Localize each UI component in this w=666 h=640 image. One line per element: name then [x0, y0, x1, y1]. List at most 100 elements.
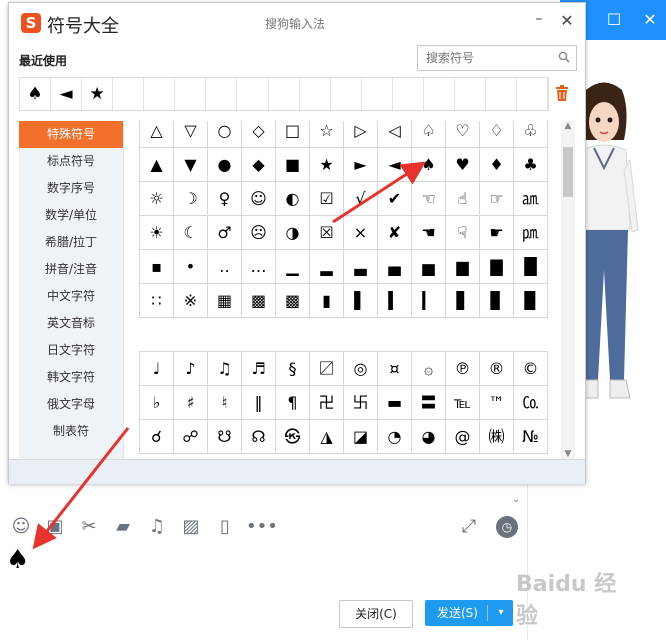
symbol-cell[interactable]: ◐ — [276, 182, 310, 216]
symbol-cell[interactable]: @ — [446, 420, 480, 454]
symbol-cell[interactable]: ◮ — [310, 420, 344, 454]
category-item[interactable]: 英文音标 — [19, 310, 123, 337]
symbol-cell[interactable]: ▄ — [378, 250, 412, 284]
symbol-cell[interactable]: ▬ — [378, 386, 412, 420]
folder-icon[interactable]: ▰ — [110, 514, 136, 540]
symbol-cell[interactable]: ☀ — [140, 216, 174, 250]
symbol-cell[interactable]: ★ — [310, 148, 344, 182]
symbol-cell[interactable]: ㈱ — [480, 420, 514, 454]
symbol-cell[interactable]: ∷ — [140, 284, 174, 318]
symbol-cell[interactable]: ▃ — [344, 250, 378, 284]
symbol-cell[interactable]: ♮ — [208, 386, 242, 420]
symbol-cell[interactable]: ☺ — [242, 182, 276, 216]
symbol-cell[interactable]: ▽ — [174, 121, 208, 148]
window-close-button[interactable]: ✕ — [640, 10, 660, 30]
close-button[interactable]: 关闭(C) — [339, 600, 413, 628]
symbol-cell[interactable]: █ — [514, 250, 548, 284]
category-item[interactable]: 数字序号 — [19, 175, 123, 202]
panel-close-button[interactable]: ✕ — [557, 11, 577, 31]
symbol-cell[interactable]: ▆ — [446, 250, 480, 284]
symbol-cell[interactable]: ◕ — [412, 420, 446, 454]
symbol-cell[interactable]: ♯ — [174, 386, 208, 420]
symbol-cell[interactable]: ♣ — [514, 148, 548, 182]
symbol-cell[interactable]: √ — [344, 182, 378, 216]
symbol-cell[interactable]: 卐 — [344, 386, 378, 420]
symbol-cell[interactable]: ♭ — [140, 386, 174, 420]
symbol-cell[interactable]: ♧ — [514, 121, 548, 148]
symbol-cell[interactable]: ♪ — [174, 352, 208, 386]
symbol-cell[interactable]: ► — [344, 148, 378, 182]
symbol-cell[interactable]: ◎ — [344, 352, 378, 386]
category-item[interactable]: 中文字符 — [19, 283, 123, 310]
symbol-cell[interactable]: ㏂ — [514, 182, 548, 216]
shake-icon[interactable]: ▯ — [212, 514, 238, 540]
symbol-cell[interactable]: ☑ — [310, 182, 344, 216]
screenshot-icon[interactable]: ▣ — [42, 514, 68, 540]
symbol-cell[interactable]: ▂ — [310, 250, 344, 284]
symbol-cell[interactable]: ☚ — [412, 216, 446, 250]
symbol-cell[interactable]: ▪ — [140, 250, 174, 284]
symbol-cell[interactable]: 〓 — [412, 386, 446, 420]
scroll-thumb[interactable] — [563, 147, 573, 197]
symbol-cell[interactable]: ▷ — [344, 121, 378, 148]
symbol-cell[interactable]: ☍ — [174, 420, 208, 454]
recent-symbol-cell[interactable] — [331, 78, 362, 110]
category-item[interactable]: 制表符 — [19, 418, 123, 445]
search-input[interactable] — [424, 49, 548, 67]
symbol-cell[interactable]: ☽ — [174, 182, 208, 216]
recent-symbol-cell[interactable] — [113, 78, 145, 110]
category-item[interactable]: 拼音/注音 — [19, 256, 123, 283]
symbol-cell[interactable]: ♢ — [480, 121, 514, 148]
symbol-cell[interactable]: ® — [480, 352, 514, 386]
symbol-cell[interactable]: ▌ — [344, 284, 378, 318]
symbol-cell[interactable]: ■ — [276, 148, 310, 182]
search-box[interactable] — [417, 45, 577, 71]
symbol-cell[interactable]: ♂ — [208, 216, 242, 250]
expand-icon[interactable]: ⤢ — [458, 516, 480, 538]
symbol-cell[interactable]: ▼ — [174, 148, 208, 182]
recent-symbol-cell[interactable]: ★ — [82, 78, 114, 110]
recent-symbol-cell[interactable] — [393, 78, 424, 110]
send-button[interactable]: 发送(S) ▾ — [425, 600, 513, 626]
symbol-cell[interactable]: × — [344, 216, 378, 250]
recent-symbol-cell[interactable] — [269, 78, 300, 110]
recent-symbol-cell[interactable] — [362, 78, 393, 110]
symbol-cell[interactable]: 〼 — [310, 352, 344, 386]
symbol-cell[interactable]: □ — [276, 121, 310, 148]
trash-icon[interactable] — [555, 85, 569, 101]
symbol-cell[interactable]: ✔ — [378, 182, 412, 216]
symbol-cell[interactable]: § — [276, 352, 310, 386]
symbol-cell[interactable]: ▩ — [276, 284, 310, 318]
symbol-cell[interactable]: ◄ — [378, 148, 412, 182]
symbol-cell[interactable]: ☊ — [242, 420, 276, 454]
symbol-cell[interactable]: ▅ — [412, 250, 446, 284]
symbol-cell[interactable]: ☌ — [140, 420, 174, 454]
symbol-cell[interactable]: ▊ — [480, 284, 514, 318]
symbol-cell[interactable]: ☋ — [208, 420, 242, 454]
scissors-icon[interactable]: ✂ — [76, 514, 102, 540]
symbol-cell[interactable]: ☾ — [174, 216, 208, 250]
symbol-cell[interactable]: ♤ — [412, 121, 446, 148]
recent-symbol-cell[interactable] — [517, 78, 549, 110]
scrollbar[interactable]: ▲ ▼ — [561, 121, 575, 461]
symbol-cell[interactable]: ☜ — [412, 182, 446, 216]
message-input[interactable]: ♠ — [6, 545, 36, 575]
symbol-cell[interactable]: ¤ — [378, 352, 412, 386]
symbol-cell[interactable]: ℗ — [446, 352, 480, 386]
symbol-cell[interactable]: △ — [140, 121, 174, 148]
symbol-cell[interactable]: ☛ — [480, 216, 514, 250]
symbol-cell[interactable]: ™ — [480, 386, 514, 420]
panel-minimize-button[interactable]: – — [529, 11, 549, 31]
recent-symbol-cell[interactable] — [455, 78, 486, 110]
symbol-cell[interactable]: ㉿ — [276, 420, 310, 454]
search-icon[interactable] — [558, 51, 570, 63]
scroll-up-icon[interactable]: ▲ — [561, 121, 575, 133]
symbol-cell[interactable]: ‥ — [208, 250, 242, 284]
symbol-cell[interactable]: ※ — [174, 284, 208, 318]
more-icon[interactable]: ••• — [246, 514, 278, 540]
send-dropdown-icon[interactable]: ▾ — [491, 600, 511, 626]
symbol-cell[interactable]: ♩ — [140, 352, 174, 386]
symbol-cell[interactable]: ♡ — [446, 121, 480, 148]
symbol-cell[interactable]: ◇ — [242, 121, 276, 148]
symbol-cell[interactable]: ◁ — [378, 121, 412, 148]
